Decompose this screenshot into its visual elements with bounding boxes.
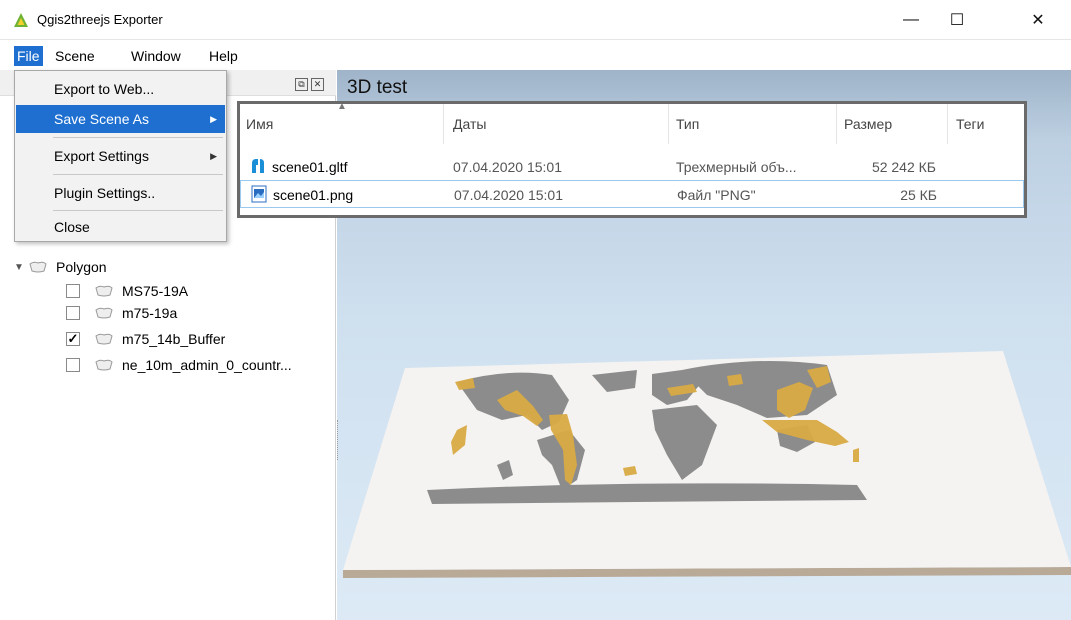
file-name: scene01.gltf (272, 159, 348, 175)
menu-item-export-settings[interactable]: Export Settings ▶ (16, 142, 225, 170)
submenu-arrow-icon: ▶ (210, 151, 217, 161)
qgis2threejs-logo-icon (14, 13, 28, 27)
layer-checkbox[interactable] (66, 284, 80, 298)
layer-checkbox[interactable] (66, 306, 80, 320)
menu-scene[interactable]: Scene (52, 46, 98, 66)
file-name: scene01.png (273, 187, 354, 203)
layer-item[interactable]: m75-19a (66, 302, 177, 324)
column-name[interactable]: Имя (246, 116, 273, 132)
column-date[interactable]: Даты (453, 116, 486, 132)
file-type: Трехмерный объ... (676, 159, 797, 175)
polygon-layer-icon (95, 359, 113, 371)
file-size: 52 242 КБ (871, 159, 936, 175)
chevron-down-icon[interactable]: ▼ (14, 262, 28, 273)
menu-item-save-scene-as[interactable]: Save Scene As ▶ (16, 105, 225, 133)
file-date: 07.04.2020 15:01 (453, 159, 562, 175)
explorer-column-header: ▲ Имя Даты Тип Размер Теги (240, 101, 1024, 144)
menu-item-plugin-settings[interactable]: Plugin Settings.. (16, 179, 225, 207)
menu-item-label: Export Settings (54, 148, 149, 164)
file-explorer-window: ▲ Имя Даты Тип Размер Теги scene01.gltf … (237, 101, 1027, 218)
layer-item[interactable]: MS75-19A (66, 280, 188, 302)
gltf-file-icon (252, 159, 264, 173)
layer-label: m75_14b_Buffer (122, 331, 226, 347)
menu-item-label: Plugin Settings.. (54, 185, 156, 201)
menu-file[interactable]: File (14, 46, 43, 66)
menu-separator (53, 137, 223, 138)
menu-help[interactable]: Help (206, 46, 241, 66)
column-tags[interactable]: Теги (956, 116, 984, 132)
polygon-layer-icon (95, 285, 113, 297)
layer-group-polygon[interactable]: ▼ Polygon (14, 256, 107, 278)
group-label: Polygon (56, 259, 107, 275)
menu-window[interactable]: Window (128, 46, 184, 66)
column-divider[interactable] (836, 104, 837, 144)
submenu-arrow-icon: ▶ (210, 114, 217, 124)
column-divider[interactable] (443, 104, 444, 144)
column-type[interactable]: Тип (676, 116, 699, 132)
float-panel-button[interactable]: ⧉ (295, 78, 308, 91)
polygon-layer-icon (29, 261, 47, 273)
layer-item[interactable]: ne_10m_admin_0_countr... (66, 354, 292, 376)
file-menu-dropdown: Export to Web... Save Scene As ▶ Export … (14, 70, 227, 242)
sort-ascending-icon: ▲ (337, 101, 347, 112)
column-divider[interactable] (668, 104, 669, 144)
column-divider[interactable] (947, 104, 948, 144)
menu-item-close[interactable]: Close (16, 213, 225, 241)
menu-item-label: Close (54, 219, 90, 235)
menu-item-label: Save Scene As (54, 111, 149, 127)
layer-label: MS75-19A (122, 283, 189, 299)
menu-separator (53, 174, 223, 175)
layer-checkbox[interactable] (66, 358, 80, 372)
png-file-icon (251, 185, 267, 203)
minimize-button[interactable]: — (888, 0, 934, 40)
layer-label: m75-19a (122, 305, 178, 321)
layer-item[interactable]: ✓ m75_14b_Buffer (66, 328, 225, 350)
column-size[interactable]: Размер (844, 116, 892, 132)
window-title: Qgis2threejs Exporter (37, 12, 163, 27)
menu-separator (53, 210, 223, 211)
menu-item-label: Export to Web... (54, 81, 155, 97)
polygon-layer-icon (95, 333, 113, 345)
close-window-button[interactable]: ✕ (1015, 0, 1061, 40)
file-date: 07.04.2020 15:01 (454, 187, 563, 203)
polygon-layer-icon (95, 307, 113, 319)
menu-item-export-to-web[interactable]: Export to Web... (16, 75, 225, 103)
close-panel-button[interactable]: ✕ (311, 78, 324, 91)
file-row-selected[interactable]: scene01.png 07.04.2020 15:01 Файл "PNG" … (240, 180, 1024, 208)
file-row[interactable]: scene01.gltf 07.04.2020 15:01 Трехмерный… (240, 153, 1024, 181)
file-type: Файл "PNG" (677, 187, 756, 203)
menu-bar: File Scene Window Help (0, 40, 1071, 70)
maximize-button[interactable]: ☐ (934, 0, 980, 40)
file-size: 25 КБ (900, 187, 937, 203)
layer-label: ne_10m_admin_0_countr... (122, 357, 292, 373)
layer-checkbox-checked[interactable]: ✓ (66, 332, 80, 346)
panel-splitter[interactable] (337, 420, 339, 460)
title-bar: Qgis2threejs Exporter — ☐ ✕ (0, 0, 1071, 40)
